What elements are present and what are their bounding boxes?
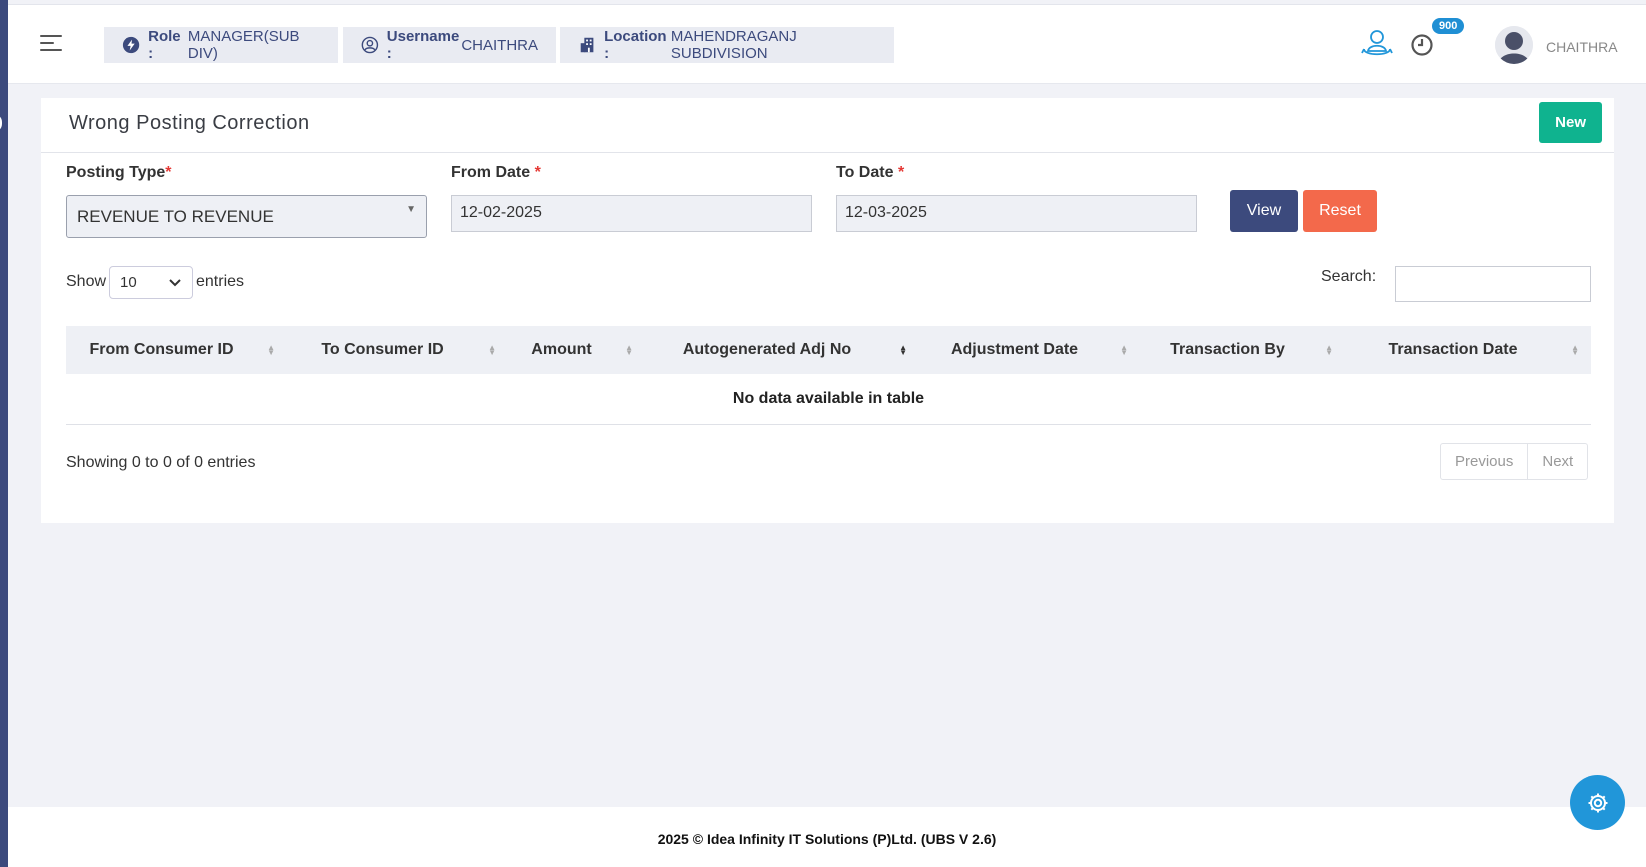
empty-message: No data available in table (66, 374, 1591, 425)
avatar[interactable] (1495, 26, 1533, 64)
data-table: From Consumer ID ▲ ▼ To Consumer ID ▲ ▼ Amou… (66, 326, 1591, 425)
col-label: From Consumer ID (89, 341, 234, 358)
gear-icon (1588, 793, 1607, 812)
reset-button[interactable]: Reset (1303, 190, 1377, 232)
settings-button[interactable] (1570, 775, 1625, 830)
sidebar-toggle-handle[interactable] (0, 112, 4, 134)
page-title: Wrong Posting Correction (69, 112, 310, 134)
user-sync-icon[interactable] (1360, 27, 1394, 61)
lightning-icon (122, 36, 140, 54)
col-label: Transaction By (1170, 341, 1285, 358)
sort-icon: ▲ ▼ (1120, 343, 1128, 357)
col-label: Adjustment Date (950, 341, 1079, 358)
user-circle-icon (361, 36, 379, 54)
show-label: Show (66, 273, 107, 290)
posting-type-label-text: Posting Type (66, 164, 166, 181)
building-icon (580, 37, 594, 53)
sort-icon: ▲ ▼ (625, 343, 633, 357)
required-mark: * (165, 164, 172, 181)
location-value: MAHENDRAGANJ SUBDIVISION (670, 28, 797, 62)
sort-icon: ▲ ▼ (1571, 343, 1579, 357)
sort-icon: ▲ ▼ (1325, 343, 1333, 357)
to-date-label: To Date * (836, 164, 904, 182)
new-button[interactable]: New (1539, 102, 1602, 143)
posting-type-label: Posting Type* (66, 164, 172, 182)
search-input[interactable] (1395, 266, 1591, 302)
entries-label: entries (196, 273, 245, 290)
sort-icon: ▲ ▼ (488, 343, 496, 357)
notification-badge: 900 (1432, 18, 1465, 34)
posting-type-value: REVENUE TO REVENUE (77, 206, 274, 226)
location-chip: Location : MAHENDRAGANJ SUBDIVISION (560, 27, 894, 63)
table-header-row: From Consumer ID ▲ ▼ To Consumer ID ▲ ▼ Amou… (66, 326, 1591, 374)
col-label: Autogenerated Adj No (682, 341, 852, 358)
from-date-label: From Date * (451, 164, 541, 182)
previous-button[interactable]: Previous (1441, 444, 1529, 479)
username-key: Username : (386, 28, 460, 62)
to-date-label-text: To Date (836, 164, 894, 181)
to-date-input[interactable]: 12-03-2025 (836, 195, 1197, 232)
col-transaction-by[interactable]: Transaction By ▲ ▼ (1140, 326, 1345, 374)
user-name[interactable]: CHAITHRA (1546, 39, 1618, 55)
caret-down-icon: ▼ (406, 204, 416, 215)
col-from-consumer-id[interactable]: From Consumer ID ▲ ▼ (66, 326, 287, 374)
col-label: Transaction Date (1388, 341, 1518, 358)
required-mark: * (897, 164, 905, 181)
username-chip: Username : CHAITHRA (343, 27, 556, 63)
role-key: Role : (148, 28, 181, 62)
col-amount[interactable]: Amount ▲ ▼ (508, 326, 645, 374)
entries-value: 10 (120, 274, 137, 291)
sort-desc-icon: ▲ ▼ (899, 343, 907, 357)
top-header: Role : MANAGER(SUB DIV) Username : CHAIT… (8, 4, 1646, 84)
col-label: To Consumer ID (321, 341, 444, 358)
chevron-down-icon (169, 278, 181, 286)
entries-select[interactable]: 10 (109, 266, 193, 299)
footer-text: 2025 © Idea Infinity IT Solutions (P)Ltd… (657, 831, 997, 847)
posting-type-select[interactable]: REVENUE TO REVENUE ▼ (66, 195, 427, 238)
col-adjustment-date[interactable]: Adjustment Date ▲ ▼ (919, 326, 1140, 374)
footer: 2025 © Idea Infinity IT Solutions (P)Ltd… (8, 807, 1646, 867)
sort-icon: ▲ ▼ (267, 343, 275, 357)
pagination: Previous Next (1440, 443, 1589, 480)
col-transaction-date[interactable]: Transaction Date ▲ ▼ (1345, 326, 1591, 374)
next-button[interactable]: Next (1528, 444, 1587, 479)
role-value: MANAGER(SUB DIV) (187, 28, 300, 62)
menu-icon[interactable] (40, 35, 62, 53)
required-mark: * (534, 164, 541, 181)
search-label: Search: (1321, 268, 1377, 285)
from-date-input[interactable]: 12-02-2025 (451, 195, 812, 232)
card-header: Wrong Posting Correction New (41, 98, 1614, 153)
table-info: Showing 0 to 0 of 0 entries (66, 454, 256, 471)
location-key: Location : (604, 28, 667, 62)
clock-icon[interactable] (1410, 33, 1434, 57)
col-to-consumer-id[interactable]: To Consumer ID ▲ ▼ (287, 326, 508, 374)
left-sidebar-strip (0, 0, 8, 867)
table-row: No data available in table (66, 374, 1591, 425)
role-chip: Role : MANAGER(SUB DIV) (104, 27, 338, 63)
view-button[interactable]: View (1230, 190, 1298, 232)
from-date-label-text: From Date (451, 164, 531, 181)
col-autogenerated-adj-no[interactable]: Autogenerated Adj No ▲ ▼ (645, 326, 919, 374)
user-avatar-icon (1495, 26, 1533, 64)
main-card: Wrong Posting Correction New Posting Typ… (41, 98, 1614, 523)
username-value: CHAITHRA (461, 36, 538, 54)
